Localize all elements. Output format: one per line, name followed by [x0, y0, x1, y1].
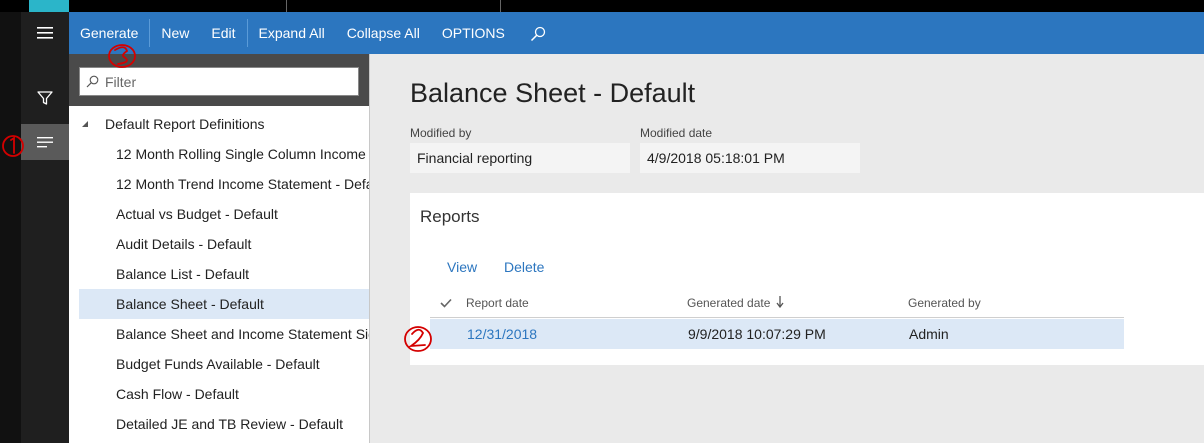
column-header-generated-date[interactable]: Generated date — [687, 296, 770, 310]
funnel-icon — [37, 91, 53, 105]
column-header-report-date[interactable]: Report date — [466, 296, 529, 310]
tree-root-label: Default Report Definitions — [105, 116, 265, 132]
app-accent — [29, 0, 69, 12]
list-pane-button[interactable] — [21, 124, 69, 160]
tree-item[interactable]: Budget Funds Available - Default — [79, 349, 369, 379]
left-navigation — [0, 12, 69, 443]
modified-by-field: Financial reporting — [410, 143, 630, 173]
top-strip — [0, 0, 1204, 12]
tree-item[interactable]: Balance List - Default — [79, 259, 369, 289]
view-button[interactable]: View — [447, 259, 477, 275]
checkmark-icon[interactable] — [440, 298, 452, 308]
edit-button[interactable]: Edit — [200, 12, 246, 54]
modified-by-label: Modified by — [410, 126, 472, 140]
filter-input[interactable] — [105, 73, 358, 90]
column-header-generated-by[interactable]: Generated by — [908, 296, 981, 310]
list-icon — [37, 136, 53, 147]
new-button[interactable]: New — [150, 12, 200, 54]
reports-section: Reports View Delete Report date Generate… — [410, 193, 1204, 365]
report-list-pane: Default Report Definitions 12 Month Roll… — [69, 54, 369, 443]
tree-item[interactable]: Cash Flow - Default — [79, 379, 369, 409]
options-button[interactable]: OPTIONS — [431, 12, 516, 54]
hamburger-icon — [37, 27, 53, 39]
search-icon — [86, 75, 99, 88]
modified-date-label: Modified date — [640, 126, 713, 140]
hamburger-menu-button[interactable] — [21, 15, 69, 51]
expand-all-button[interactable]: Expand All — [248, 12, 336, 54]
tree-item[interactable]: Actual vs Budget - Default — [79, 199, 369, 229]
filter-band — [69, 54, 369, 106]
arrow-down-icon — [776, 296, 784, 308]
nav-column — [21, 12, 69, 443]
report-date-link[interactable]: 12/31/2018 — [467, 326, 537, 342]
filter-box — [79, 67, 359, 96]
generated-date-cell: 9/9/2018 10:07:29 PM — [688, 326, 826, 342]
divider — [286, 0, 287, 12]
search-icon — [530, 27, 546, 42]
page-title: Balance Sheet - Default — [410, 78, 696, 108]
filter-pane-button[interactable] — [21, 80, 69, 116]
detail-pane: Balance Sheet - Default Modified by Fina… — [370, 54, 1204, 443]
tree-item[interactable]: Audit Details - Default — [79, 229, 369, 259]
reports-heading: Reports — [420, 207, 480, 226]
report-tree: Default Report Definitions 12 Month Roll… — [79, 109, 369, 439]
divider — [500, 0, 501, 12]
modified-date-field: 4/9/2018 05:18:01 PM — [640, 143, 860, 173]
generate-button[interactable]: Generate — [69, 12, 149, 54]
tree-item-selected[interactable]: Balance Sheet - Default — [79, 289, 369, 319]
tree-item[interactable]: Detailed JE and TB Review - Default — [79, 409, 369, 439]
action-pane: Generate New Edit Expand All Collapse Al… — [69, 12, 1204, 54]
delete-button[interactable]: Delete — [504, 259, 544, 275]
grid-header: Report date Generated date Generated by — [430, 288, 1124, 318]
search-button[interactable] — [516, 12, 557, 54]
collapse-all-button[interactable]: Collapse All — [336, 12, 431, 54]
tree-item[interactable]: 12 Month Trend Income Statement - Defa — [79, 169, 369, 199]
triangle-icon[interactable] — [81, 120, 89, 128]
tree-item[interactable]: 12 Month Rolling Single Column Income — [79, 139, 369, 169]
tree-root-node[interactable]: Default Report Definitions — [79, 109, 369, 139]
tree-item[interactable]: Balance Sheet and Income Statement Sid — [79, 319, 369, 349]
table-row[interactable]: 12/31/2018 9/9/2018 10:07:29 PM Admin — [430, 319, 1124, 349]
generated-by-cell: Admin — [909, 326, 949, 342]
